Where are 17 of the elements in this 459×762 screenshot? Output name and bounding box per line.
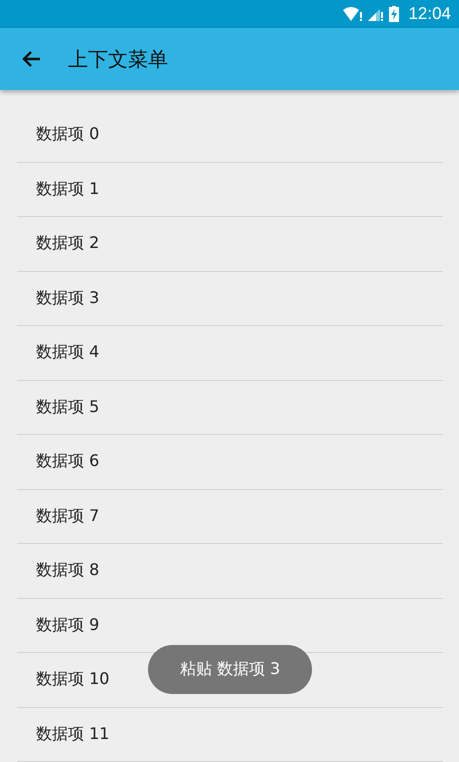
list-item[interactable]: 数据项 7 — [17, 490, 443, 544]
list-item[interactable]: 数据项 1 — [17, 162, 443, 217]
toast-message: 粘贴 数据项 3 — [148, 645, 312, 694]
clock-time: 12:04 — [408, 4, 451, 24]
list-item[interactable]: 数据项 6 — [17, 435, 443, 490]
list-item[interactable]: 数据项 2 — [17, 217, 443, 272]
back-arrow-icon[interactable] — [21, 50, 41, 68]
list-item[interactable]: 数据项 3 — [17, 272, 443, 326]
screen-title: 上下文菜单 — [68, 46, 168, 72]
list-item[interactable]: 数据项 8 — [17, 544, 443, 598]
signal-icon — [368, 7, 384, 21]
wifi-icon — [343, 7, 364, 21]
list-item[interactable]: 数据项 0 — [17, 108, 443, 162]
list-item[interactable]: 数据项 11 — [17, 708, 443, 762]
list-item[interactable]: 数据项 5 — [17, 380, 443, 435]
list-item[interactable]: 数据项 4 — [17, 326, 443, 380]
battery-charging-icon — [389, 6, 400, 22]
